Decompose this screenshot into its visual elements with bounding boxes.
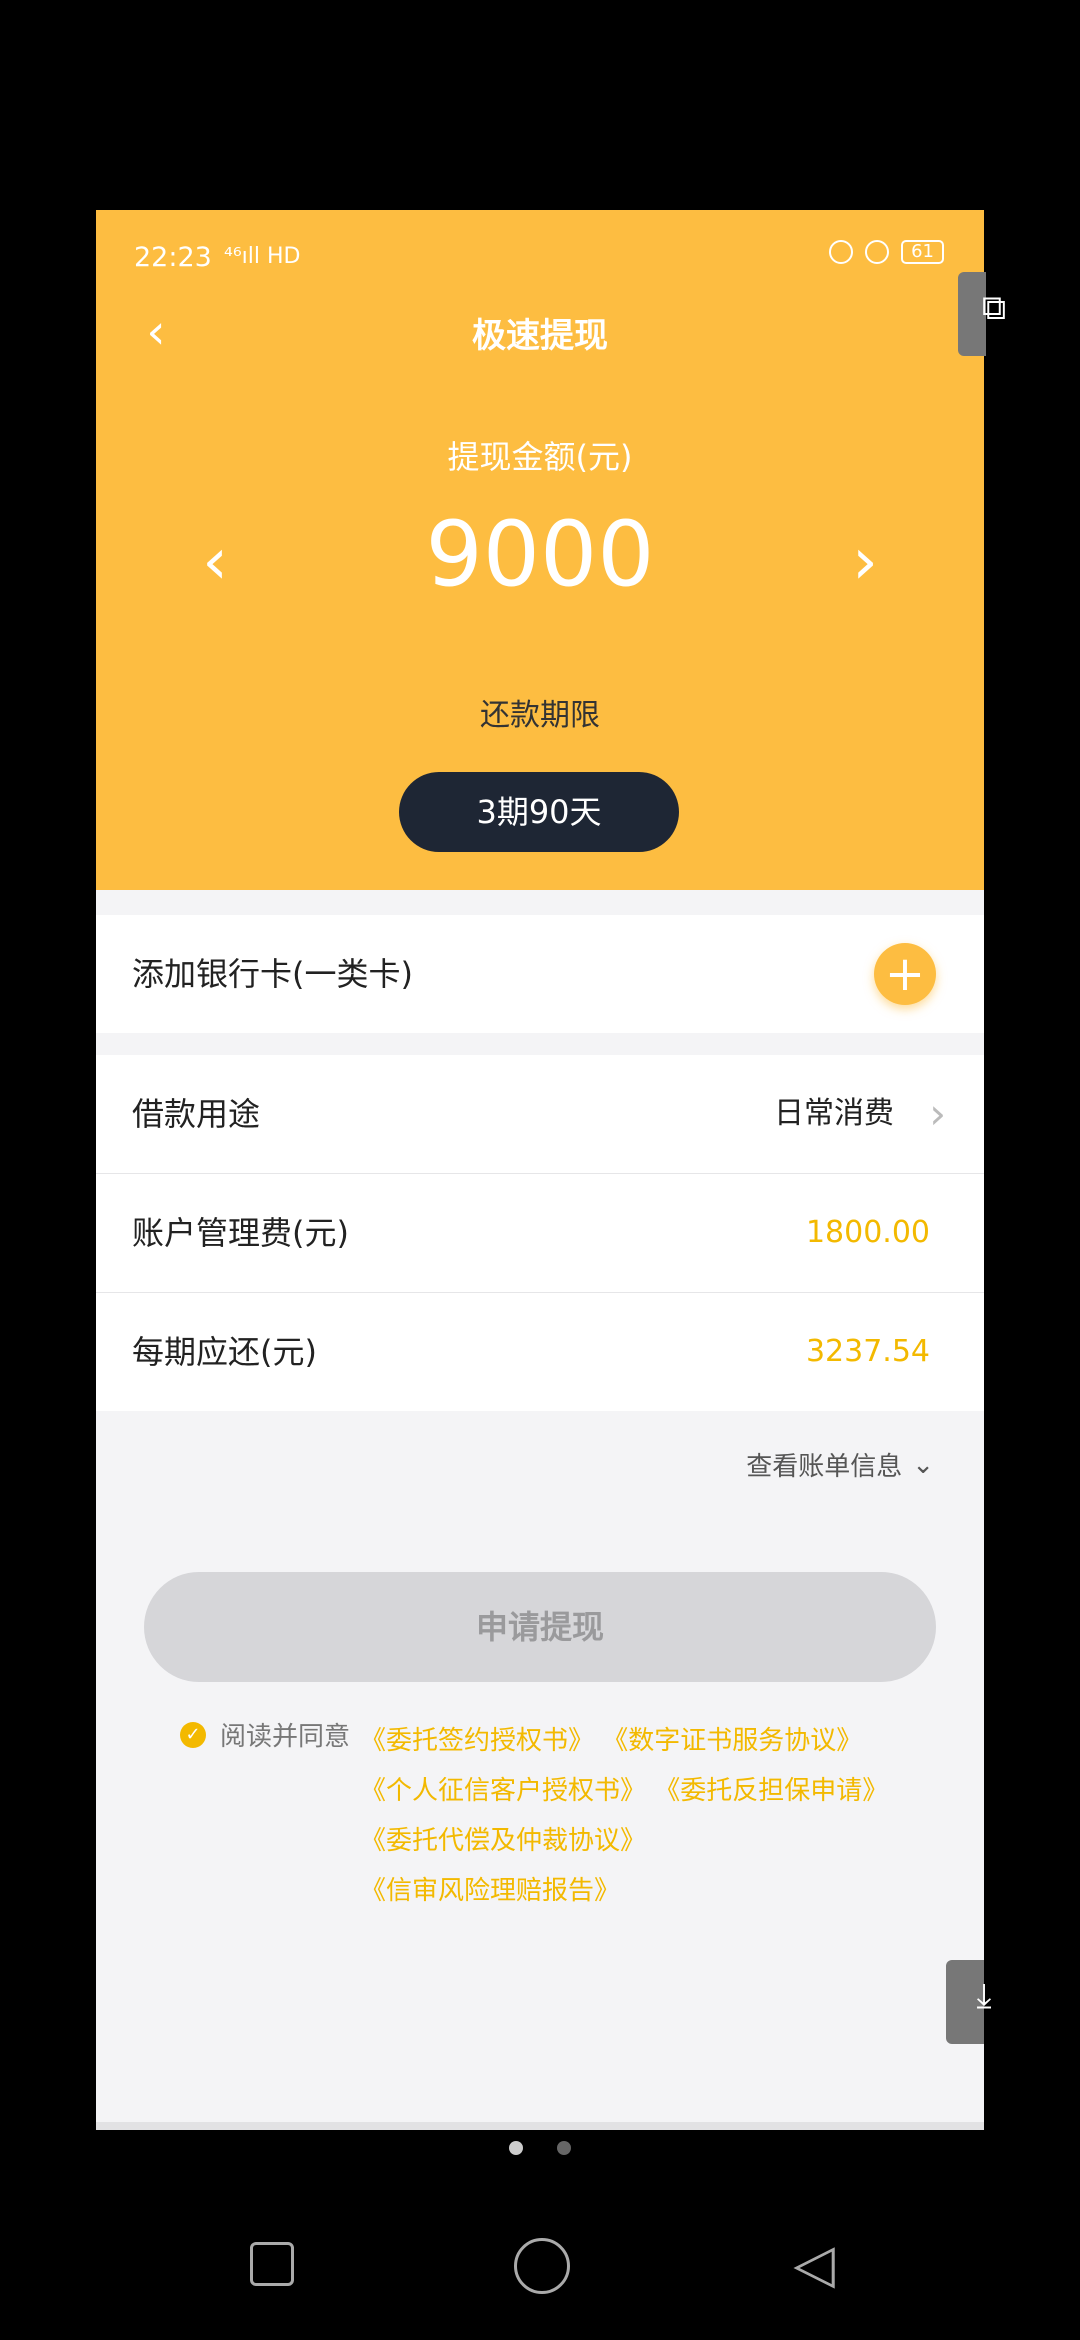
management-fee-row: 账户管理费(元) 1800.00	[96, 1174, 984, 1293]
battery-icon: 61	[901, 240, 944, 264]
agreement-link[interactable]: 《委托签约授权书》	[360, 1726, 594, 1756]
installment-value: 3237.54	[805, 1334, 930, 1369]
management-fee-label: 账户管理费(元)	[132, 1214, 349, 1252]
plus-icon[interactable]: +	[874, 943, 936, 1005]
system-navigation-bar: ◁	[0, 2220, 1080, 2320]
loan-purpose-row[interactable]: 借款用途 日常消费 ›	[96, 1055, 984, 1174]
chevron-down-icon: ⌄	[912, 1449, 934, 1480]
signal-icon: ⁴⁶ıll HD	[224, 244, 301, 269]
loan-purpose-value: 日常消费	[774, 1096, 894, 1131]
view-bill-label: 查看账单信息	[746, 1452, 903, 1482]
status-icons: 61	[829, 240, 944, 264]
add-bank-card-row[interactable]: 添加银行卡(一类卡) +	[96, 915, 984, 1033]
home-icon[interactable]	[514, 2238, 570, 2294]
lock-icon	[829, 240, 854, 264]
status-time: 22:23	[134, 242, 212, 273]
loan-detail-list: 借款用途 日常消费 › 账户管理费(元) 1800.00 每期应还(元) 323…	[96, 1055, 984, 1411]
window-icon[interactable]: ⧉	[974, 288, 1014, 328]
bottom-strip	[96, 2122, 984, 2130]
header: 22:23 ⁴⁶ıll HD 61 ‹ 极速提现 提现金额(元) ‹ 9000 …	[96, 210, 984, 890]
page-dot	[556, 2141, 571, 2155]
term-selector[interactable]: 3期90天	[399, 772, 679, 852]
management-fee-value: 1800.00	[805, 1215, 930, 1250]
agreement-lead: 阅读并同意	[220, 1722, 351, 1752]
recent-apps-icon[interactable]	[250, 2242, 294, 2286]
amount-increase-icon[interactable]: ›	[830, 520, 900, 604]
term-label: 还款期限	[480, 698, 600, 733]
agreement-links: 《委托签约授权书》 《数字证书服务协议》 《个人征信客户授权书》 《委托反担保申…	[360, 1716, 920, 1916]
download-icon[interactable]: ⤓	[964, 1976, 1004, 2016]
back-triangle-icon[interactable]: ◁	[784, 2234, 844, 2294]
page-indicator	[0, 2140, 1080, 2159]
app-screen: 22:23 ⁴⁶ıll HD 61 ‹ 极速提现 提现金额(元) ‹ 9000 …	[96, 210, 984, 2130]
add-bank-card-label: 添加银行卡(一类卡)	[132, 955, 413, 993]
installment-row: 每期应还(元) 3237.54	[96, 1293, 984, 1411]
agreement-link[interactable]: 《个人征信客户授权书》	[360, 1776, 646, 1806]
apply-withdraw-button[interactable]: 申请提现	[144, 1572, 936, 1682]
agreement-link[interactable]: 《委托代偿及仲裁协议》	[360, 1826, 646, 1856]
page-title: 极速提现	[472, 316, 608, 356]
loan-purpose-label: 借款用途	[132, 1095, 261, 1133]
page-dot-active	[509, 2141, 524, 2155]
amount-label: 提现金额(元)	[447, 438, 633, 476]
agreement-link[interactable]: 《委托反担保申请》	[654, 1776, 888, 1806]
alarm-icon	[865, 240, 890, 264]
agreement-link[interactable]: 《信审风险理赔报告》	[360, 1876, 620, 1906]
check-icon[interactable]: ✓	[180, 1722, 206, 1748]
agreement-link[interactable]: 《数字证书服务协议》	[602, 1726, 862, 1756]
installment-label: 每期应还(元)	[132, 1333, 317, 1371]
chevron-right-icon: ›	[929, 1089, 946, 1138]
view-bill-link[interactable]: 查看账单信息 ⌄	[746, 1446, 934, 1483]
